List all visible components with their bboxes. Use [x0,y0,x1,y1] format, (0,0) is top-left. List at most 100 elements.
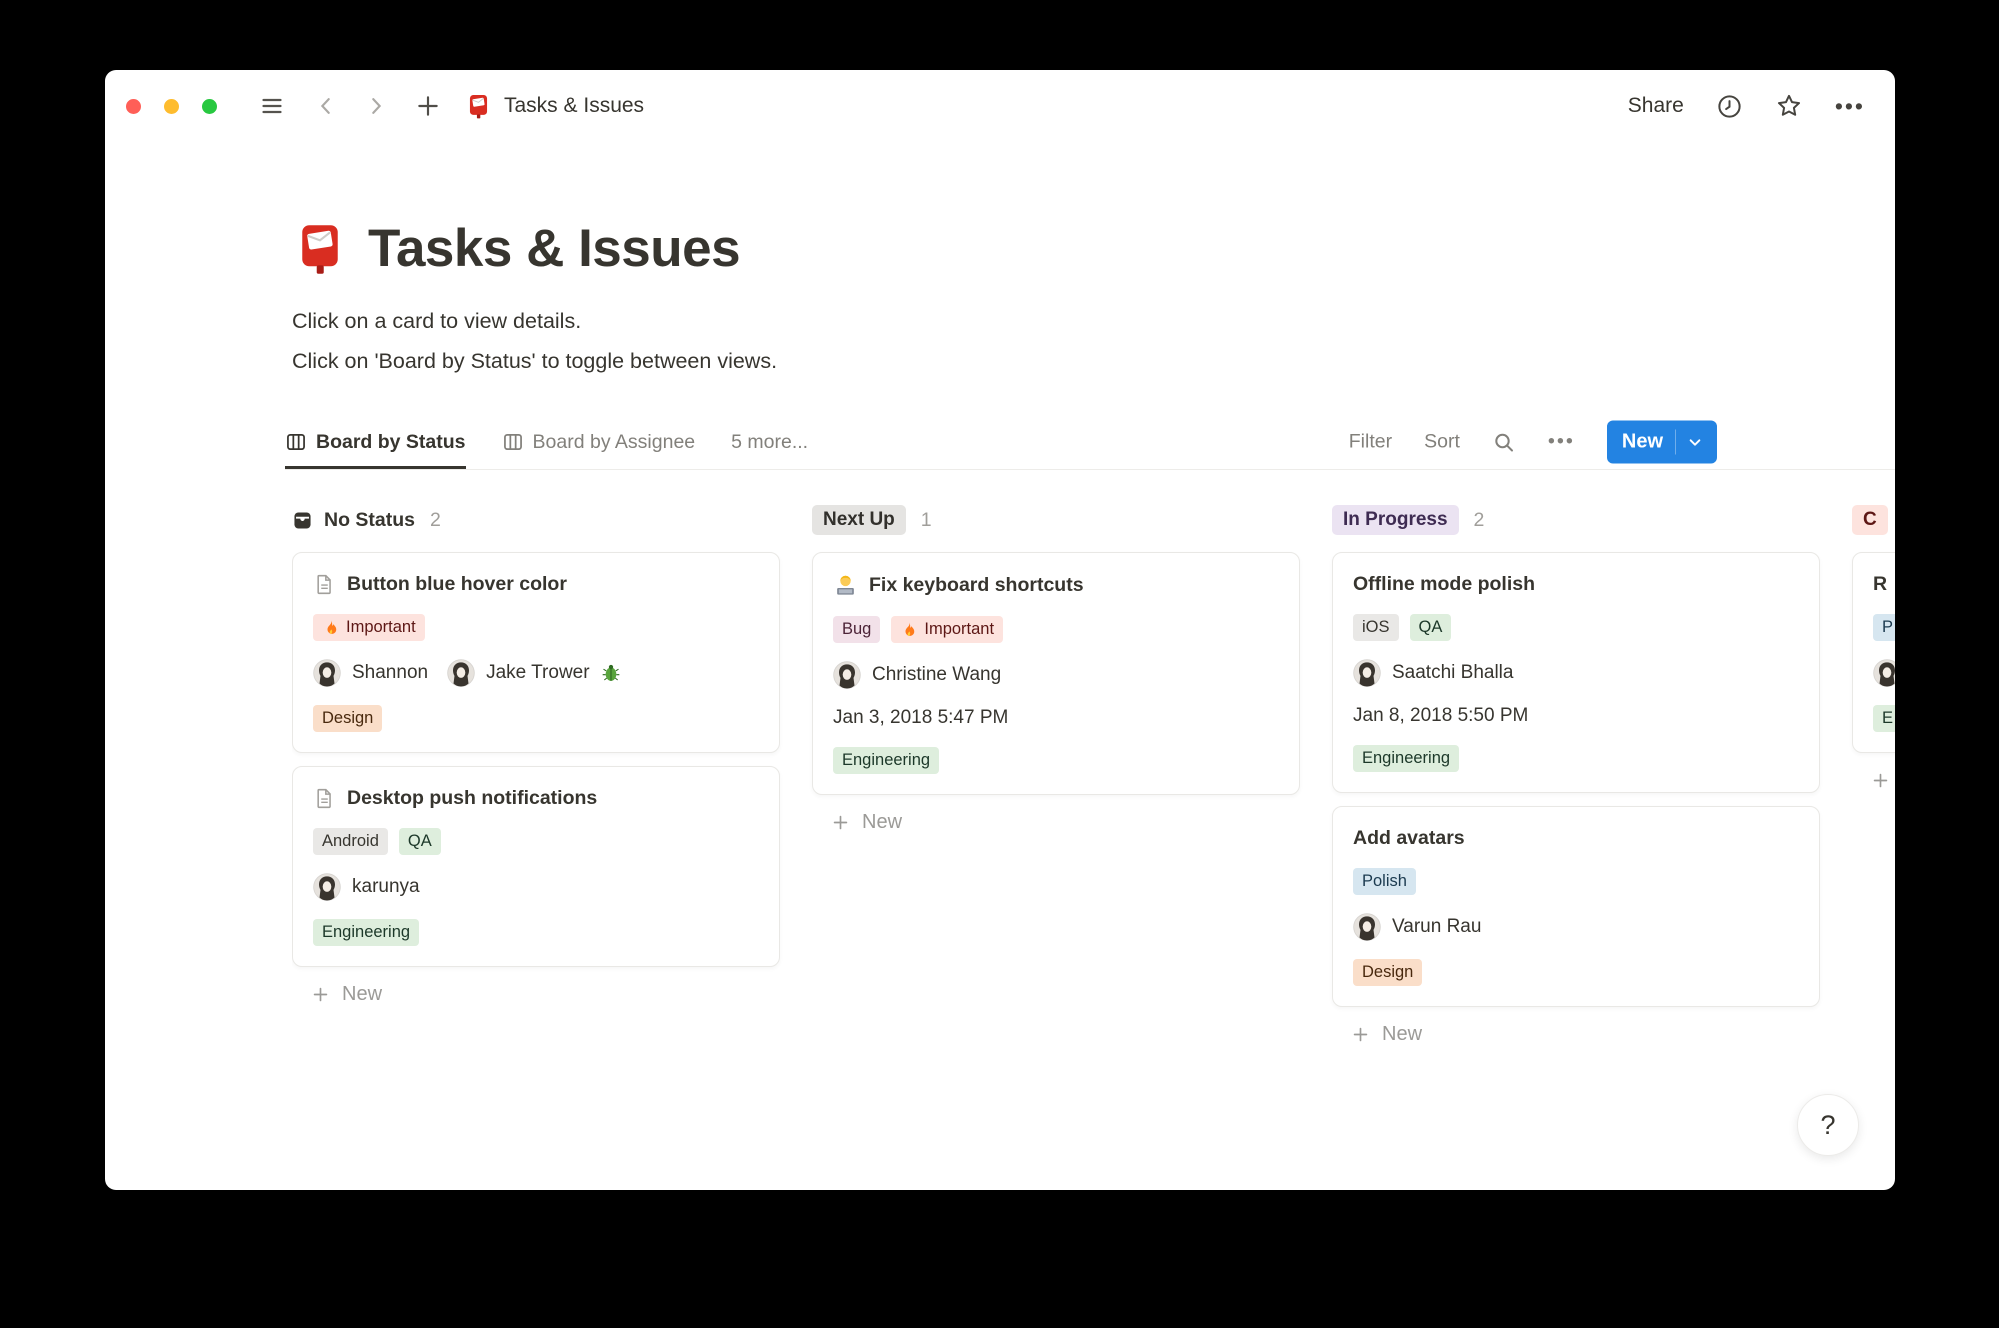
tag-important: Important [313,614,425,641]
back-button[interactable] [315,94,337,118]
card-clipped[interactable]: R P E [1852,552,1895,753]
updates-clock-icon[interactable] [1716,93,1743,120]
tab-board-by-status[interactable]: Board by Status [285,415,466,469]
help-button[interactable]: ? [1797,1094,1859,1156]
assignee: Saatchi Bhalla [1353,659,1513,687]
page-description-line: Click on a card to view details. [292,309,582,333]
tag-engineering: Engineering [313,919,420,946]
add-card-button[interactable]: New [292,983,780,1006]
tag-polish: Polish [1353,868,1416,895]
inbox-icon [292,510,313,531]
column-title[interactable]: Next Up [812,505,906,535]
minimize-window-button[interactable] [164,98,179,114]
add-card-button[interactable]: New [812,811,1300,834]
plus-icon [831,813,850,832]
avatar [447,659,475,687]
mailbox-icon [465,93,492,120]
avatar [313,873,341,901]
new-button[interactable]: New [1606,420,1717,464]
new-tab-button[interactable] [415,93,441,119]
tag-design: Design [313,705,383,732]
more-options-icon[interactable]: ••• [1835,93,1865,120]
tab-board-by-assignee[interactable]: Board by Assignee [502,415,695,469]
traffic-lights [126,98,217,114]
fire-icon [900,621,917,638]
avatar [833,661,861,689]
document-tab[interactable]: Tasks & Issues [465,93,644,120]
filter-button[interactable]: Filter [1349,431,1392,454]
avatar [1873,659,1895,687]
tab-more-views[interactable]: 5 more... [731,415,808,469]
tag-clipped: E [1873,705,1895,732]
card-title: Desktop push notifications [347,787,598,809]
search-icon[interactable] [1492,430,1516,454]
tag-qa: QA [1409,614,1452,641]
page-header: Tasks & Issues Click on a card to view d… [292,218,777,381]
board-view-icon [285,431,307,453]
assignee: Christine Wang [833,661,1001,689]
column-count: 2 [430,508,441,531]
column-header[interactable]: C [1852,501,1895,539]
plus-icon [1351,1025,1370,1044]
close-window-button[interactable] [126,98,141,114]
column-next-up: Next Up 1 Fix keyboard shortcuts Bug Imp… [812,501,1300,834]
page-title: Tasks & Issues [368,219,741,278]
tag-clipped: P [1873,614,1895,641]
card-offline-mode-polish[interactable]: Offline mode polish iOS QA Saatchi Bhall… [1332,552,1820,793]
forward-button[interactable] [365,94,387,118]
tag-android: Android [313,828,388,855]
card-title: Button blue hover color [347,573,567,595]
assignee: Shannon [313,659,428,687]
tag-important: Important [891,616,1004,643]
card-button-blue-hover-color[interactable]: Button blue hover color Important Shanno… [292,552,780,753]
document-icon [313,787,336,810]
tag-engineering: Engineering [833,747,940,774]
tag-design: Design [1353,959,1423,986]
card-title: Add avatars [1353,827,1465,849]
tag-engineering: Engineering [1353,745,1460,772]
add-card-button[interactable]: New [1332,1023,1820,1046]
assignee: Jake Trower [447,659,620,687]
column-count: 2 [1473,508,1485,531]
column-count: 1 [920,508,932,531]
column-title[interactable]: In Progress [1332,505,1459,535]
document-tab-title: Tasks & Issues [504,94,645,117]
card-date: Jan 8, 2018 5:50 PM [1353,705,1529,726]
chevron-down-icon[interactable] [1688,435,1702,449]
card-add-avatars[interactable]: Add avatars Polish Varun Rau Design [1332,806,1820,1007]
fire-icon [322,619,339,636]
column-header[interactable]: No Status 2 [292,501,780,539]
board-view-icon [502,431,524,453]
document-icon [313,573,336,596]
add-card-button[interactable]: New [1852,769,1895,792]
column-in-progress: In Progress 2 Offline mode polish iOS QA… [1332,501,1820,1046]
assignee: karunya [313,873,420,901]
view-bar: Board by Status Board by Assignee 5 more… [285,415,1895,470]
tag-ios: iOS [1353,614,1399,641]
sort-button[interactable]: Sort [1424,431,1460,454]
titlebar: Tasks & Issues Share ••• [105,70,1895,142]
tag-qa: QA [398,828,441,855]
view-options-icon[interactable]: ••• [1548,431,1575,454]
sidebar-menu-icon[interactable] [257,94,287,118]
technologist-emoji [833,573,858,598]
column-header[interactable]: Next Up 1 [812,501,1300,539]
favorite-star-icon[interactable] [1775,92,1803,120]
assignee: Varun Rau [1353,913,1481,941]
page-description-line: Click on 'Board by Status' to toggle bet… [292,349,778,373]
assignee [1873,659,1895,687]
avatar [1353,659,1381,687]
plus-icon [1871,771,1890,790]
column-header[interactable]: In Progress 2 [1332,501,1820,539]
column-title: No Status [324,508,416,531]
share-button[interactable]: Share [1628,94,1684,118]
column-completed-clipped: C R P E [1852,501,1895,792]
card-fix-keyboard-shortcuts[interactable]: Fix keyboard shortcuts Bug Important Chr… [812,552,1300,795]
kanban-board: No Status 2 Button blue hover color Impo… [292,501,1895,1190]
zoom-window-button[interactable] [202,98,217,114]
card-desktop-push-notifications[interactable]: Desktop push notifications Android QA ka… [292,766,780,967]
column-title[interactable]: C [1852,505,1888,535]
new-button-divider [1675,429,1676,455]
page-mailbox-icon [292,221,348,277]
column-no-status: No Status 2 Button blue hover color Impo… [292,501,780,1006]
